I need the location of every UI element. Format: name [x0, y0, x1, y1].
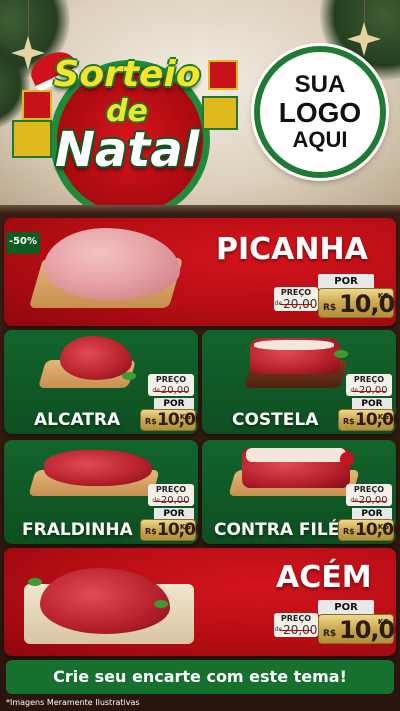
price-value: 10,00: [355, 520, 396, 540]
logo-text-1: SUA: [294, 71, 346, 98]
price-tag: POR PREÇOde20,00 R$10,00KG: [274, 600, 396, 656]
old-price: PREÇO de20,00: [148, 484, 194, 506]
product-name: ACÉM: [276, 560, 372, 595]
price-tag: PREÇOde20,00 POR R$10,00KG: [116, 484, 198, 541]
old-price: PREÇO de20,00: [148, 374, 194, 396]
discount-badge: -50%: [6, 232, 40, 254]
acem-image: [40, 568, 170, 634]
title-line-1: Sorteio: [53, 54, 201, 95]
product-card-acem[interactable]: ACÉM POR PREÇOde20,00 R$10,00KG: [4, 548, 396, 656]
old-price: PREÇO de20,00: [346, 484, 392, 506]
tomato-icon: [340, 452, 354, 466]
product-name: ALCATRA: [34, 410, 121, 430]
cta-banner[interactable]: Crie seu encarte com este tema!: [6, 660, 394, 694]
title-artwork: Sorteio de Natal: [12, 40, 242, 205]
product-card-alcatra[interactable]: ALCATRA PREÇOde20,00 POR R$10,00KG: [4, 330, 198, 434]
fraldinha-image: [44, 450, 152, 486]
herb-icon: [28, 578, 42, 586]
price-tag: PREÇOde20,00 POR R$10,00KG: [116, 374, 198, 431]
title-line-3: Natal: [54, 122, 200, 178]
price-value: 10,00: [355, 410, 396, 430]
logo-text-3: AQUI: [292, 127, 348, 152]
price-tag: PREÇOde20,00 POR R$10,00KG: [314, 484, 396, 541]
price-tag: POR PREÇOde20,00 R$10,00KG: [274, 274, 396, 326]
product-name: COSTELA: [232, 410, 319, 430]
product-card-fraldinha[interactable]: FRALDINHA PREÇOde20,00 POR R$10,00KG: [4, 440, 198, 544]
logo-text-2: LOGO: [278, 97, 362, 128]
herb-icon: [154, 600, 168, 608]
old-price: PREÇO de20,00: [346, 374, 392, 396]
old-price: PREÇO de20,00: [274, 287, 318, 311]
price-value: 10,00: [157, 520, 198, 540]
logo-placeholder[interactable]: SUA LOGO AQUI: [254, 46, 386, 178]
price-value: 10,00: [157, 410, 198, 430]
herb-icon: [334, 350, 348, 358]
product-card-costela[interactable]: COSTELA PREÇOde20,00 POR R$10,00KG: [202, 330, 396, 434]
price-tag: PREÇOde20,00 POR R$10,00KG: [314, 374, 396, 431]
picanha-image: [44, 228, 180, 300]
header: Sorteio de Natal SUA LOGO AQUI: [0, 0, 400, 205]
product-card-picanha[interactable]: PICANHA POR PREÇOde20,00 R$10,00KG: [4, 218, 396, 326]
old-price: PREÇO de20,00: [274, 613, 318, 637]
product-card-contra-file[interactable]: CONTRA FILÉ PREÇOde20,00 POR R$10,00KG: [202, 440, 396, 544]
product-name: PICANHA: [216, 232, 368, 267]
disclaimer: *Imagens Meramente Ilustrativas: [6, 698, 140, 707]
